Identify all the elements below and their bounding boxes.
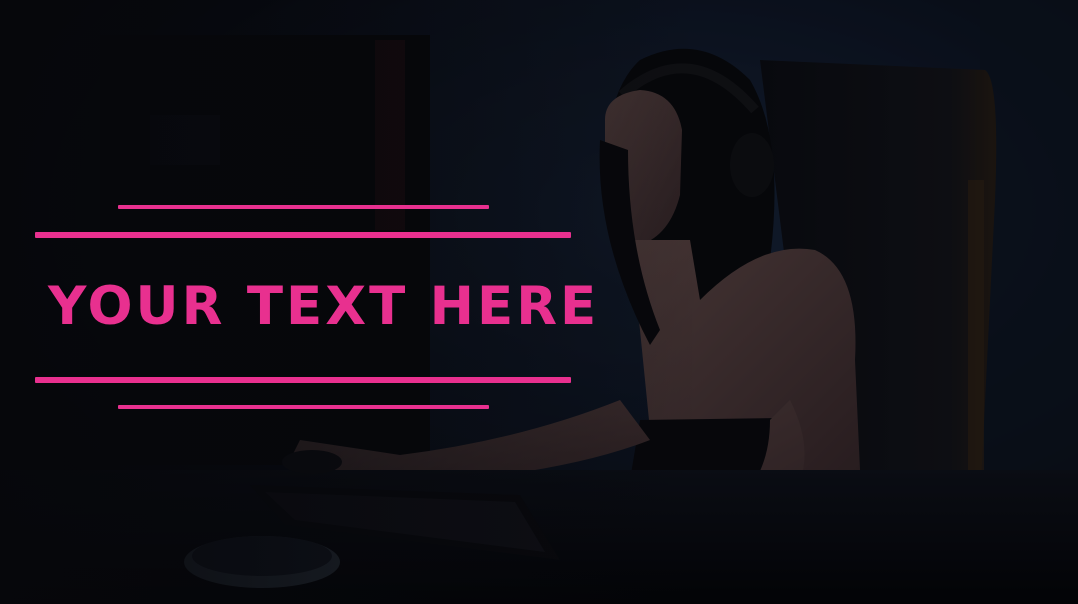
decorative-rule-bottom-long xyxy=(35,377,571,383)
decorative-rule-top-short xyxy=(118,205,489,209)
headline-text: YOUR TEXT HERE xyxy=(48,276,600,337)
title-block: YOUR TEXT HERE xyxy=(0,0,640,604)
decorative-rule-top-long xyxy=(35,232,571,238)
thumbnail-canvas: YOUR TEXT HERE xyxy=(0,0,1078,604)
decorative-rule-bottom-short xyxy=(118,405,489,409)
